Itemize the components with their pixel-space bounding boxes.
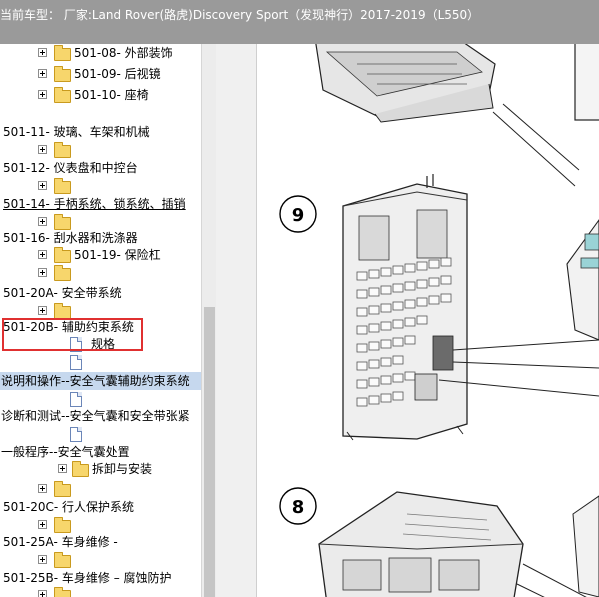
tree-item[interactable]: 501-10- 座椅 [0,86,201,104]
tree-item[interactable]: 501-09- 后视镜 [0,65,201,83]
expand-icon[interactable] [38,306,47,315]
folder-icon [72,461,89,477]
document-icon [70,427,82,442]
expand-icon[interactable] [38,145,47,154]
expand-icon[interactable] [38,268,47,277]
tree-item[interactable]: 501-25A- 车身维修 - [0,533,201,551]
control-module-illustration [318,491,599,597]
folder-icon [54,517,71,533]
diagram-view[interactable]: 9 8 [257,44,599,597]
expand-icon[interactable] [38,484,47,493]
tree-item[interactable] [0,425,201,443]
expand-icon[interactable] [38,181,47,190]
tree-item-label: 501-19- 保险杠 [74,248,161,262]
tree-item-label: 501-08- 外部装饰 [74,46,173,60]
tree-item[interactable] [0,516,201,534]
tree-item-label: 501-09- 后视镜 [74,67,161,81]
document-icon [70,392,82,407]
scrollbar-thumb[interactable] [204,307,215,597]
red-highlight-box [2,318,143,351]
tree-item[interactable]: 501-16- 刮水器和洗涤器 [0,229,201,247]
tree-item-label: 一般程序--安全气囊处置 [1,445,130,459]
tree-item-label: 501-25A- 车身维修 - [3,535,118,549]
tree-item-label: 说明和操作--安全气囊辅助约束系统 [1,374,190,388]
folder-icon [54,178,71,194]
component-diagram: 9 8 [279,44,599,597]
expand-icon[interactable] [38,69,47,78]
tree-item[interactable]: 501-19- 保险杠 [0,246,201,264]
callout-9: 9 [279,195,317,233]
tree-item[interactable] [0,264,201,282]
fuse-box-illustration [342,174,599,441]
tree-item[interactable] [0,390,201,408]
tree-item-label: 501-20C- 行人保护系统 [3,500,135,514]
tree-item[interactable]: 501-08- 外部装饰 [0,44,201,62]
tree-item[interactable] [0,480,201,498]
tree-item-label: 501-10- 座椅 [74,88,149,102]
tree-item-selected[interactable]: 说明和操作--安全气囊辅助约束系统 [0,372,201,390]
folder-icon [54,45,71,61]
expand-icon[interactable] [38,250,47,259]
tree-item-label: 501-25B- 车身维修 – 腐蚀防护 [3,571,172,585]
expand-icon[interactable] [38,555,47,564]
top-module-illustration [315,44,599,187]
tree-item[interactable]: 501-20C- 行人保护系统 [0,498,201,516]
folder-icon [54,66,71,82]
tree-item-label: 诊断和测试--安全气囊和安全带张紧 [1,409,190,423]
tree-item-label: 501-12- 仪表盘和中控台 [3,161,138,175]
tree-item[interactable] [0,586,201,597]
folder-icon [54,552,71,568]
svg-text:8: 8 [292,497,305,518]
tree-item[interactable]: 诊断和测试--安全气囊和安全带张紧 [0,407,201,425]
tree-item[interactable]: 拆卸与安装 [0,460,201,478]
svg-text:9: 9 [292,205,305,226]
title-text: 当前车型： 厂家:Land Rover(路虎)Discovery Sport（发… [0,8,480,22]
tree-item[interactable] [0,551,201,569]
tree-scrollbar[interactable] [201,44,217,597]
expand-icon[interactable] [58,464,67,473]
expand-icon[interactable] [38,217,47,226]
expand-icon[interactable] [38,48,47,57]
title-bar: 当前车型： 厂家:Land Rover(路虎)Discovery Sport（发… [0,0,599,44]
folder-icon [54,265,71,281]
tree-item-label: 501-14- 手柄系统、锁系统、插销 [3,197,186,211]
folder-icon [54,247,71,263]
tree-item-label: 501-16- 刮水器和洗涤器 [3,231,138,245]
folder-icon [54,481,71,497]
callout-8: 8 [279,487,317,525]
tree-item[interactable]: 501-14- 手柄系统、锁系统、插销 [0,195,201,213]
tree-panel[interactable]: 501-08- 外部装饰 501-09- 后视镜 501-10- 座椅 501-… [0,44,201,597]
expand-icon[interactable] [38,520,47,529]
expand-icon[interactable] [38,90,47,99]
tree-item[interactable]: 501-25B- 车身维修 – 腐蚀防护 [0,569,201,587]
tree-item[interactable]: 501-20A- 安全带系统 [0,284,201,302]
tree-item-label: 501-20A- 安全带系统 [3,286,122,300]
tree-item-label: 拆卸与安装 [92,462,153,476]
pane-divider[interactable] [216,44,257,597]
folder-icon [54,587,71,597]
tree-item-label: 501-11- 玻璃、车架和机械 [3,125,150,139]
tree-item[interactable] [0,353,201,371]
document-icon [70,355,82,370]
tree-item[interactable]: 一般程序--安全气囊处置 [0,443,201,461]
tree-item[interactable] [0,177,201,195]
folder-icon [54,87,71,103]
expand-icon[interactable] [38,590,47,597]
tree-item[interactable]: 501-11- 玻璃、车架和机械 [0,123,201,141]
tree-item[interactable]: 501-12- 仪表盘和中控台 [0,159,201,177]
right-part-illustration [566,219,599,341]
folder-icon [54,142,71,158]
tree-item[interactable] [0,141,201,159]
